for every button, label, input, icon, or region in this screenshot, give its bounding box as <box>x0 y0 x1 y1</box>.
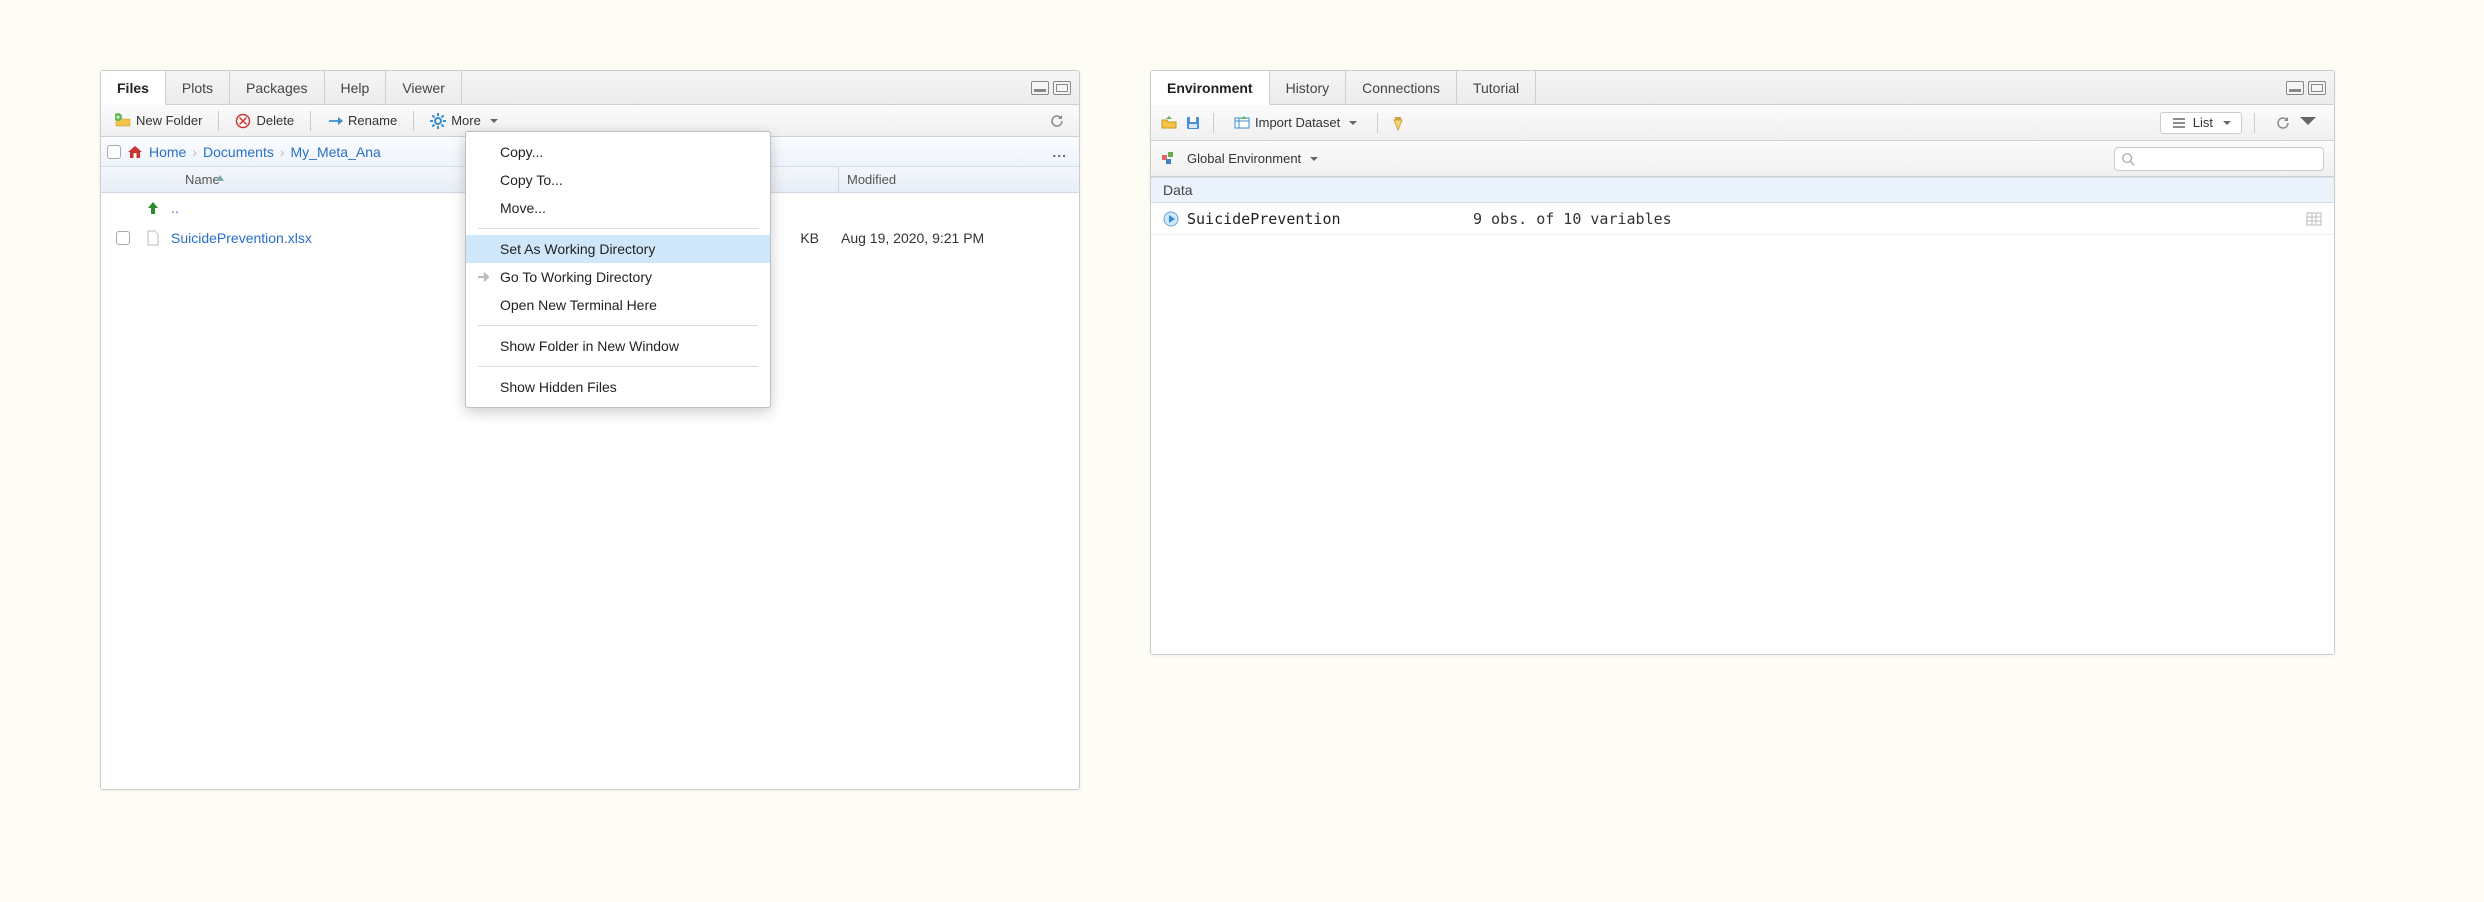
clear-workspace-icon[interactable] <box>1390 115 1406 131</box>
environment-scope-dropdown[interactable]: Global Environment <box>1187 149 1326 168</box>
new-folder-label: New Folder <box>136 113 202 128</box>
files-tabs: Files Plots Packages Help Viewer <box>101 71 1079 105</box>
delete-button[interactable]: Delete <box>227 111 302 131</box>
home-icon[interactable] <box>127 144 143 160</box>
data-section-header: Data <box>1151 177 2334 203</box>
caret-down-icon <box>1310 151 1318 166</box>
load-workspace-icon[interactable] <box>1161 115 1177 131</box>
delete-label: Delete <box>256 113 294 128</box>
minimize-pane-icon[interactable] <box>1031 81 1049 95</box>
file-icon <box>145 230 161 246</box>
breadcrumb-ellipsis-button[interactable]: ... <box>1046 144 1073 160</box>
breadcrumb-documents[interactable]: Documents <box>203 144 274 160</box>
import-dataset-label: Import Dataset <box>1255 115 1340 130</box>
tab-tutorial[interactable]: Tutorial <box>1457 71 1536 104</box>
tab-packages[interactable]: Packages <box>230 71 324 104</box>
rename-button[interactable]: Rename <box>319 111 405 131</box>
chevron-right-icon: › <box>192 144 197 160</box>
delete-icon <box>235 113 251 129</box>
tab-files[interactable]: Files <box>101 71 166 105</box>
environment-search[interactable] <box>2114 147 2324 171</box>
sort-asc-icon <box>215 172 225 187</box>
tab-history[interactable]: History <box>1270 71 1347 104</box>
caret-down-icon <box>490 113 498 128</box>
tab-connections[interactable]: Connections <box>1346 71 1457 104</box>
menu-item-copy-to[interactable]: Copy To... <box>466 166 770 194</box>
environment-pane: Environment History Connections Tutorial… <box>1150 70 2335 655</box>
import-icon <box>1234 115 1250 131</box>
new-folder-button[interactable]: + New Folder <box>107 111 210 131</box>
environment-scope-row: Global Environment <box>1151 141 2334 177</box>
select-all-checkbox[interactable] <box>107 145 121 159</box>
import-dataset-button[interactable]: Import Dataset <box>1226 113 1365 133</box>
list-icon <box>2171 115 2187 131</box>
rename-label: Rename <box>348 113 397 128</box>
menu-separator <box>478 366 758 367</box>
environment-scope-label: Global Environment <box>1187 151 1301 166</box>
menu-separator <box>478 228 758 229</box>
menu-item-go-to-working-directory[interactable]: Go To Working Directory <box>466 263 770 291</box>
breadcrumb-home[interactable]: Home <box>149 144 186 160</box>
view-mode-label: List <box>2193 115 2213 130</box>
more-label: More <box>451 113 481 128</box>
expand-object-icon[interactable] <box>1163 211 1179 227</box>
maximize-pane-icon[interactable] <box>2308 81 2326 95</box>
rename-icon <box>327 113 343 129</box>
environment-empty-area <box>1151 235 2334 654</box>
caret-down-icon <box>2300 113 2316 132</box>
save-workspace-icon[interactable] <box>1185 115 1201 131</box>
chevron-right-icon: › <box>280 144 285 160</box>
view-data-icon[interactable] <box>2306 211 2322 227</box>
menu-item-show-folder-window[interactable]: Show Folder in New Window <box>466 332 770 360</box>
files-pane: Files Plots Packages Help Viewer + New F… <box>100 70 1080 790</box>
view-mode-toggle[interactable]: List <box>2160 112 2242 134</box>
caret-down-icon <box>2223 115 2231 130</box>
data-object-row[interactable]: SuicidePrevention 9 obs. of 10 variables <box>1151 203 2334 235</box>
gear-icon <box>430 113 446 129</box>
tab-plots[interactable]: Plots <box>166 71 230 104</box>
menu-item-show-hidden-files[interactable]: Show Hidden Files <box>466 373 770 401</box>
column-header-modified[interactable]: Modified <box>839 167 1079 192</box>
environment-toolbar: Import Dataset List <box>1151 105 2334 141</box>
minimize-pane-icon[interactable] <box>2286 81 2304 95</box>
menu-item-move[interactable]: Move... <box>466 194 770 222</box>
menu-separator <box>478 325 758 326</box>
menu-item-copy[interactable]: Copy... <box>466 138 770 166</box>
up-arrow-icon <box>145 200 161 216</box>
data-object-name: SuicidePrevention <box>1187 210 1341 228</box>
tab-viewer[interactable]: Viewer <box>386 71 462 104</box>
data-object-desc: 9 obs. of 10 variables <box>1473 210 2306 228</box>
environment-search-input[interactable] <box>2141 151 2317 166</box>
file-modified: Aug 19, 2020, 9:21 PM <box>831 230 1071 246</box>
environment-scope-icon <box>1161 151 1177 167</box>
svg-text:+: + <box>116 114 120 121</box>
go-arrow-icon <box>476 269 492 285</box>
tab-help[interactable]: Help <box>325 71 387 104</box>
file-checkbox[interactable] <box>116 231 130 245</box>
caret-down-icon <box>1349 115 1357 130</box>
tab-environment[interactable]: Environment <box>1151 71 1270 105</box>
search-icon <box>2121 151 2135 167</box>
maximize-pane-icon[interactable] <box>1053 81 1071 95</box>
more-dropdown-menu: Copy... Copy To... Move... Set As Workin… <box>465 131 771 408</box>
breadcrumb-project[interactable]: My_Meta_Ana <box>291 144 381 160</box>
new-folder-icon: + <box>115 113 131 129</box>
environment-tabs: Environment History Connections Tutorial <box>1151 71 2334 105</box>
menu-item-set-working-directory[interactable]: Set As Working Directory <box>466 235 770 263</box>
refresh-environment-button[interactable] <box>2267 111 2324 134</box>
refresh-button[interactable] <box>1041 111 1073 131</box>
more-button[interactable]: More <box>422 111 506 131</box>
menu-item-open-terminal[interactable]: Open New Terminal Here <box>466 291 770 319</box>
